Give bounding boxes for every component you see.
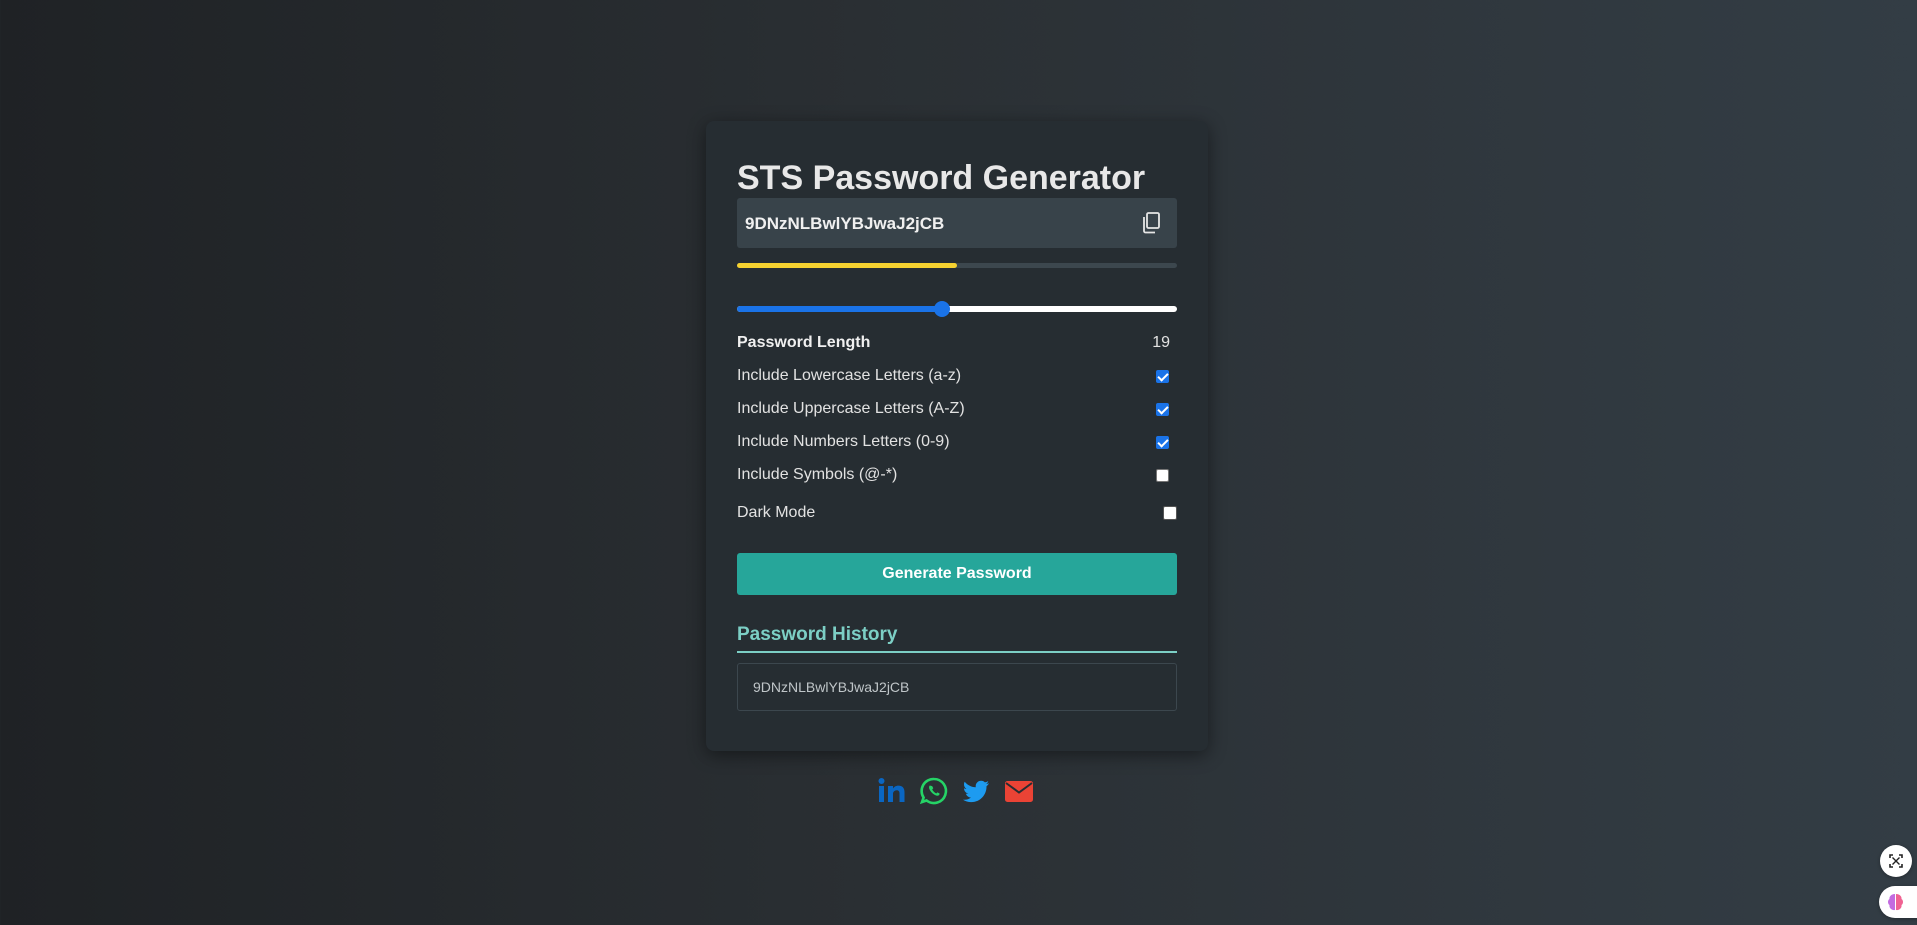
- length-slider[interactable]: [737, 299, 1177, 319]
- history-item-value: 9DNzNLBwlYBJwaJ2jCB: [753, 679, 910, 695]
- history-title: Password History: [737, 624, 898, 645]
- length-value: 19: [1152, 334, 1170, 351]
- length-label: Password Length: [737, 334, 871, 351]
- generate-password-button[interactable]: Generate Password: [737, 553, 1177, 595]
- symbols-checkbox[interactable]: [1156, 469, 1169, 482]
- history-item[interactable]: 9DNzNLBwlYBJwaJ2jCB: [737, 663, 1177, 711]
- option-uppercase: Include Uppercase Letters (A-Z): [737, 398, 1177, 420]
- dark-mode-row: Dark Mode: [737, 502, 1177, 524]
- dark-mode-checkbox[interactable]: [1163, 506, 1177, 520]
- lowercase-checkbox[interactable]: [1156, 370, 1169, 383]
- copy-icon[interactable]: [1141, 211, 1163, 235]
- generator-card: STS Password Generator 9DNzNLBwlYBJwaJ2j…: [706, 121, 1208, 751]
- linkedin-icon[interactable]: [877, 776, 911, 806]
- option-label: Include Lowercase Letters (a-z): [737, 367, 962, 384]
- strength-meter: [737, 263, 1177, 268]
- email-icon[interactable]: [1004, 776, 1038, 806]
- twitter-icon[interactable]: [961, 776, 995, 806]
- password-value: 9DNzNLBwlYBJwaJ2jCB: [745, 214, 945, 233]
- slider-fill: [737, 306, 943, 312]
- history-divider: [737, 651, 1177, 653]
- option-label: Include Symbols (@-*): [737, 466, 898, 483]
- option-symbols: Include Symbols (@-*): [737, 464, 1177, 486]
- strength-meter-fill: [737, 263, 957, 268]
- numbers-checkbox[interactable]: [1156, 436, 1169, 449]
- length-row: Password Length 19: [737, 332, 1177, 354]
- dark-mode-label: Dark Mode: [737, 504, 816, 521]
- uppercase-checkbox[interactable]: [1156, 403, 1169, 416]
- screenshot-extension-icon[interactable]: [1880, 845, 1912, 877]
- option-numbers: Include Numbers Letters (0-9): [737, 431, 1177, 453]
- password-display: 9DNzNLBwlYBJwaJ2jCB: [737, 198, 1177, 248]
- whatsapp-icon[interactable]: [919, 776, 953, 806]
- option-label: Include Numbers Letters (0-9): [737, 433, 950, 450]
- option-label: Include Uppercase Letters (A-Z): [737, 400, 965, 417]
- page-title: STS Password Generator: [737, 159, 1146, 197]
- option-lowercase: Include Lowercase Letters (a-z): [737, 365, 1177, 387]
- brain-extension-icon[interactable]: [1879, 886, 1917, 918]
- slider-thumb[interactable]: [934, 301, 951, 317]
